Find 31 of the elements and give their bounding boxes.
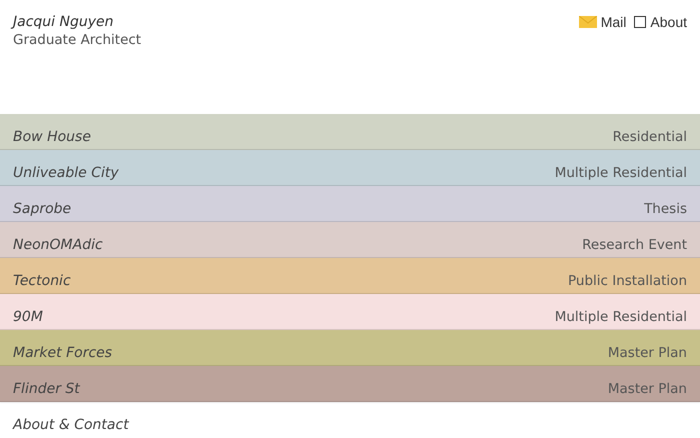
- project-title: Market Forces: [13, 345, 112, 361]
- project-row[interactable]: NeonOMAdic Research Event: [0, 222, 700, 258]
- project-title: Unliveable City: [13, 165, 119, 181]
- project-category: Residential: [612, 129, 687, 145]
- job-title: Graduate Architect: [13, 32, 142, 48]
- nav-link[interactable]: Mail: [578, 14, 626, 30]
- project-category: Research Event: [582, 237, 687, 253]
- project-row[interactable]: Market Forces Master Plan: [0, 330, 700, 366]
- nav-link[interactable]: About: [634, 14, 687, 30]
- project-title: 90M: [13, 309, 43, 325]
- envelope-icon: [578, 16, 597, 28]
- project-category: Master Plan: [608, 345, 687, 361]
- project-row[interactable]: 90M Multiple Residential: [0, 294, 700, 330]
- project-row[interactable]: Saprobe Thesis: [0, 186, 700, 222]
- about-contact-link[interactable]: About & Contact: [13, 417, 129, 433]
- project-row[interactable]: Bow House Residential: [0, 114, 700, 150]
- project-row[interactable]: Unliveable City Multiple Residential: [0, 150, 700, 186]
- project-title: Flinder St: [13, 381, 80, 397]
- person-name: Jacqui Nguyen: [13, 14, 142, 30]
- project-title: NeonOMAdic: [13, 237, 103, 253]
- project-category: Multiple Residential: [554, 309, 687, 325]
- project-row[interactable]: Flinder St Master Plan: [0, 366, 700, 402]
- project-category: Multiple Residential: [554, 165, 687, 181]
- project-category: Thesis: [644, 201, 687, 217]
- square-icon: [634, 16, 646, 28]
- project-title: Bow House: [13, 129, 91, 145]
- project-category: Master Plan: [608, 381, 687, 397]
- project-title: Saprobe: [13, 201, 72, 217]
- project-title: Tectonic: [13, 273, 71, 289]
- project-category: Public Installation: [568, 273, 687, 289]
- project-row[interactable]: Tectonic Public Installation: [0, 258, 700, 294]
